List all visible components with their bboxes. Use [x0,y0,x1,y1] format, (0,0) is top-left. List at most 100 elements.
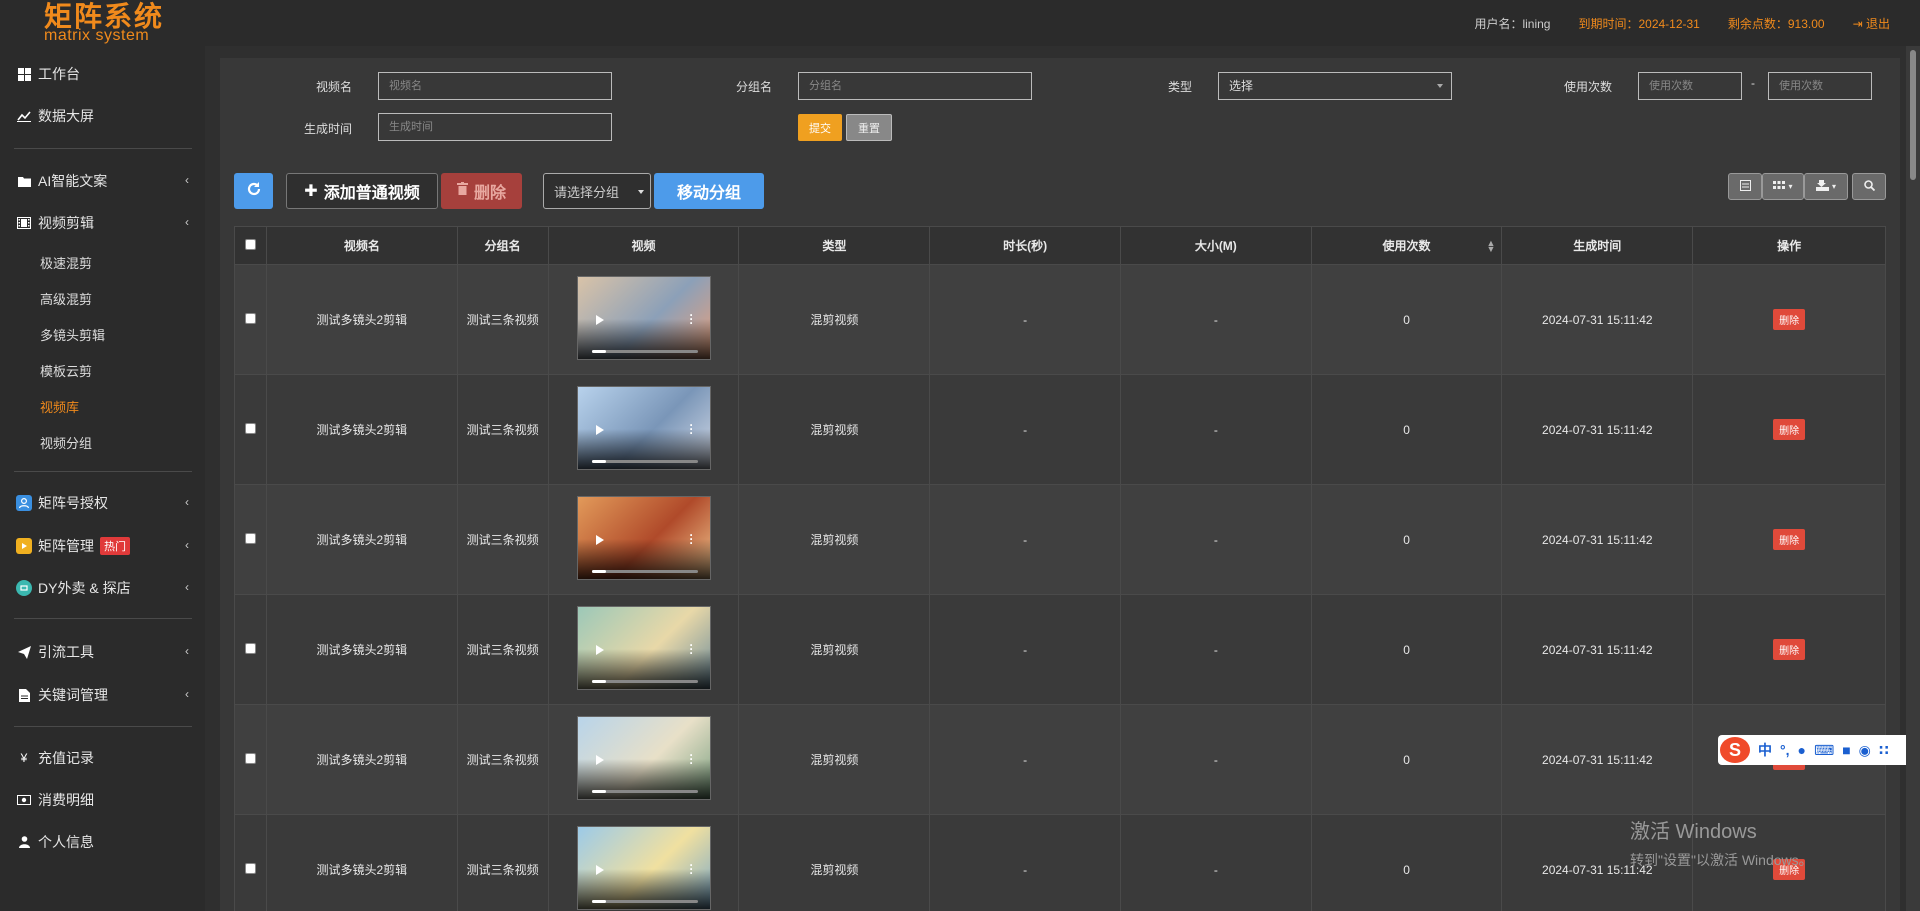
reset-button[interactable]: 重置 [846,114,892,141]
sidebar-subitem-fast-mix[interactable]: 极速混剪 [40,253,92,272]
row-delete-button[interactable]: 删除 [1773,309,1806,330]
row-select-cell[interactable] [234,264,267,375]
move-group-button[interactable]: 移动分组 [654,173,764,209]
row-checkbox[interactable] [244,532,256,544]
created-time-input[interactable] [378,113,612,141]
export-button[interactable]: ▾ [1804,173,1848,200]
sidebar-subitem-multi-shot[interactable]: 多镜头剪辑 [40,325,105,344]
refresh-button[interactable] [234,173,273,209]
usage-max-input[interactable] [1768,72,1872,100]
row-delete-button[interactable]: 删除 [1773,529,1806,550]
expire-date: 到期时间：2024-12-31 [1578,17,1700,31]
sidebar-item-video-edit[interactable]: 视频剪辑 ‹ [16,211,189,235]
microphone-icon[interactable]: ● [1798,742,1806,758]
sidebar-item-account-auth[interactable]: 矩阵号授权 ‹ [16,491,189,515]
sidebar-divider [14,148,192,149]
row-select-cell[interactable] [234,484,267,595]
sidebar-item-workbench[interactable]: 工作台 [16,62,189,86]
group-name-input[interactable] [798,72,1032,100]
usage-min-input[interactable] [1638,72,1742,100]
download-icon [1815,179,1829,194]
row-select-cell[interactable] [234,374,267,485]
cell-video-name: 测试多镜头2剪辑 [265,704,458,815]
play-icon[interactable] [595,865,604,875]
row-checkbox[interactable] [244,312,256,324]
sidebar-item-profile[interactable]: 个人信息 [16,830,189,854]
toggle-view-button[interactable] [1728,173,1762,200]
video-progress-bar[interactable] [591,790,698,793]
grid-menu-icon[interactable]: ∷ [1879,742,1889,759]
chevron-left-icon: ‹ [185,173,189,187]
row-checkbox[interactable] [244,422,256,434]
video-player[interactable]: · · · [576,276,711,360]
row-checkbox[interactable] [244,752,256,764]
video-player[interactable]: · · · [576,496,711,580]
video-progress-bar[interactable] [591,350,698,353]
cell-group-name: 测试三条视频 [456,264,549,375]
bulk-delete-button[interactable]: 删除 [441,173,522,209]
video-progress-bar[interactable] [591,570,698,573]
sidebar-subitem-video-library[interactable]: 视频库 [40,397,79,416]
paper-plane-icon [16,644,32,660]
more-options-icon[interactable]: · · · [690,419,694,439]
row-select-cell[interactable] [234,704,267,815]
more-options-icon[interactable]: · · · [690,859,694,879]
play-icon[interactable] [595,425,604,435]
video-progress-bar[interactable] [591,900,698,903]
play-icon[interactable] [595,535,604,545]
sidebar-item-dy-store[interactable]: DY外卖 & 探店 ‹ [16,576,189,600]
cell-type: 混剪视频 [738,484,931,595]
sidebar-item-recharge[interactable]: ¥ 充值记录 [16,746,189,770]
more-options-icon[interactable]: · · · [690,639,694,659]
sidebar-item-label: 个人信息 [38,834,94,850]
skin-icon[interactable]: ■ [1842,742,1850,758]
logo[interactable]: 矩阵系统 matrix system [44,2,164,44]
sidebar-subitem-video-group[interactable]: 视频分组 [40,433,92,452]
sidebar-subitem-template-cloud[interactable]: 模板云剪 [40,361,92,380]
columns-button[interactable]: ▾ [1762,173,1804,200]
submit-button[interactable]: 提交 [798,114,842,141]
video-name-input[interactable] [378,72,612,100]
row-select-cell[interactable] [234,814,267,911]
more-options-icon[interactable]: · · · [690,529,694,549]
video-player[interactable]: · · · [576,606,711,690]
cell-video-name: 测试多镜头2剪辑 [265,264,458,375]
video-player[interactable]: · · · [576,826,711,910]
play-icon[interactable] [595,315,604,325]
add-video-button[interactable]: ✚ 添加普通视频 [286,173,438,209]
sidebar-subitem-advanced-mix[interactable]: 高级混剪 [40,289,92,308]
row-delete-button[interactable]: 删除 [1773,419,1806,440]
type-select[interactable]: 选择 [1218,72,1452,100]
col-usage[interactable]: 使用次数 ▲ ▼ [1310,226,1503,265]
ime-toolbar[interactable]: S 中 °, ● ⌨ ■ ◉ ∷ [1718,735,1920,765]
sidebar-item-keywords[interactable]: 关键词管理 ‹ [16,683,189,707]
scrollbar-thumb[interactable] [1910,50,1916,180]
punctuation-icon[interactable]: °, [1780,742,1790,758]
row-select-cell[interactable] [234,594,267,705]
gamepad-icon[interactable]: ◉ [1859,742,1871,759]
row-checkbox[interactable] [244,862,256,874]
video-player[interactable]: · · · [576,386,711,470]
sidebar-item-consumption[interactable]: 消费明细 [16,788,189,812]
page-scrollbar[interactable] [1906,46,1920,911]
more-options-icon[interactable]: · · · [690,309,694,329]
sidebar-item-traffic-tools[interactable]: 引流工具 ‹ [16,640,189,664]
sidebar-item-ai-copy[interactable]: AI智能文案 ‹ [16,169,189,193]
video-progress-bar[interactable] [591,460,698,463]
search-button[interactable] [1852,173,1886,200]
more-options-icon[interactable]: · · · [690,749,694,769]
select-all-checkbox[interactable] [244,238,256,250]
sidebar-item-dashboard[interactable]: 数据大屏 [16,104,189,128]
video-player[interactable]: · · · [576,716,711,800]
sidebar-item-matrix-manage[interactable]: 矩阵管理 热门 ‹ [16,534,189,558]
row-checkbox[interactable] [244,642,256,654]
keyboard-icon[interactable]: ⌨ [1814,742,1834,759]
group-select[interactable]: 请选择分组 [543,173,651,209]
row-delete-button[interactable]: 删除 [1773,639,1806,660]
play-icon[interactable] [595,755,604,765]
play-icon[interactable] [595,645,604,655]
select-all-header[interactable] [234,226,267,265]
ime-lang[interactable]: 中 [1758,740,1772,760]
video-progress-bar[interactable] [591,680,698,683]
logout-link[interactable]: ⇥ 退出 [1853,15,1890,32]
